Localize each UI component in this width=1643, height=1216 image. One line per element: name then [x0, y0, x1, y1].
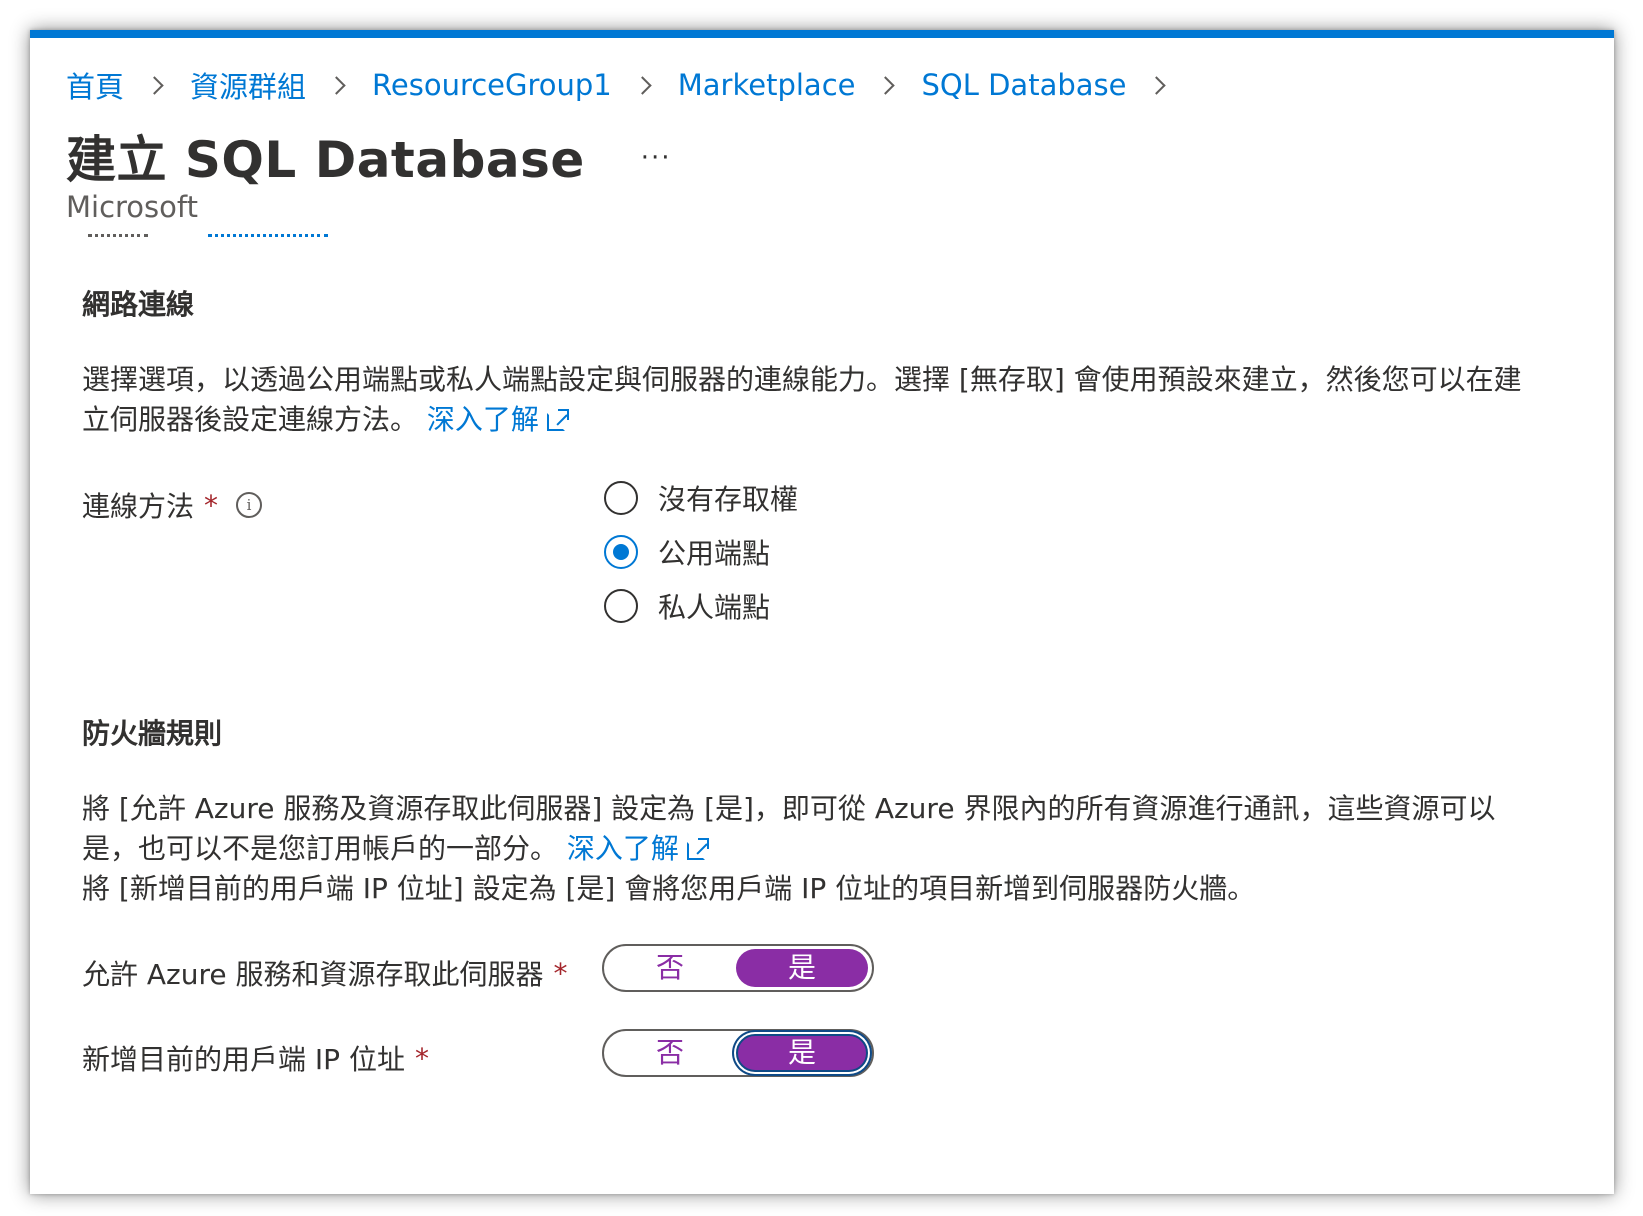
radio-label: 沒有存取權 — [658, 483, 799, 516]
connection-method-radio-group: 沒有存取權 公用端點 私人端點 — [604, 471, 798, 633]
network-section-title: 網路連線 — [82, 288, 195, 321]
firewall-description: 將 [允許 Azure 服務及資源存取此伺服器] 設定為 [是]，即可從 Azu… — [82, 789, 1542, 909]
breadcrumb-home[interactable]: 首頁 — [66, 64, 124, 106]
breadcrumb: 首頁 資源群組 ResourceGroup1 Marketplace SQL D… — [66, 64, 1192, 106]
allow-azure-label: 允許 Azure 服務和資源存取此伺服器 * — [82, 953, 568, 993]
network-description-text: 選擇選項，以透過公用端點或私人端點設定與伺服器的連線能力。選擇 [無存取] 會使… — [82, 363, 1522, 436]
radio-button-selected[interactable] — [604, 535, 638, 569]
add-client-ip-toggle[interactable]: 否 是 — [602, 1029, 874, 1077]
clipped-text — [88, 228, 148, 237]
add-client-ip-label-text: 新增目前的用戶端 IP 位址 — [82, 1043, 405, 1076]
allow-azure-label-text: 允許 Azure 服務和資源存取此伺服器 — [82, 958, 544, 991]
radio-button[interactable] — [604, 589, 638, 623]
radio-button[interactable] — [604, 481, 638, 515]
radio-private-endpoint[interactable]: 私人端點 — [604, 579, 798, 633]
breadcrumb-resourcegroup1[interactable]: ResourceGroup1 — [372, 68, 612, 102]
network-description: 選擇選項，以透過公用端點或私人端點設定與伺服器的連線能力。選擇 [無存取] 會使… — [82, 360, 1542, 440]
firewall-learn-more-label: 深入了解 — [566, 832, 679, 865]
external-link-icon — [546, 409, 569, 431]
radio-label: 私人端點 — [658, 591, 771, 624]
toggle-option-no[interactable]: 否 — [604, 1034, 736, 1072]
firewall-description-text-2: 將 [新增目前的用戶端 IP 位址] 設定為 [是] 會將您用戶端 IP 位址的… — [82, 872, 1256, 905]
required-asterisk: * — [553, 956, 568, 990]
network-learn-more-link[interactable]: 深入了解 — [426, 403, 569, 436]
firewall-learn-more-link[interactable]: 深入了解 — [566, 832, 709, 865]
network-learn-more-label: 深入了解 — [426, 403, 539, 436]
radio-no-access[interactable]: 沒有存取權 — [604, 471, 798, 525]
connection-method-label: 連線方法 * i — [82, 485, 263, 525]
add-client-ip-label: 新增目前的用戶端 IP 位址 * — [82, 1038, 429, 1078]
toggle-option-no[interactable]: 否 — [604, 949, 736, 987]
more-options-button[interactable]: ··· — [641, 143, 672, 173]
firewall-description-text-1: 將 [允許 Azure 服務及資源存取此伺服器] 設定為 [是]，即可從 Azu… — [82, 792, 1496, 865]
clipped-link — [208, 228, 328, 237]
toggle-option-yes[interactable]: 是 — [735, 1034, 868, 1072]
allow-azure-toggle[interactable]: 否 是 — [602, 944, 874, 992]
required-asterisk: * — [204, 488, 219, 522]
firewall-section-title: 防火牆規則 — [82, 717, 223, 750]
page: 首頁 資源群組 ResourceGroup1 Marketplace SQL D… — [0, 0, 1643, 1216]
required-asterisk: * — [414, 1041, 429, 1075]
breadcrumb-marketplace[interactable]: Marketplace — [678, 68, 856, 102]
chevron-right-icon — [877, 74, 899, 96]
chevron-right-icon — [634, 74, 656, 96]
breadcrumb-sql-database[interactable]: SQL Database — [921, 68, 1126, 102]
radio-public-endpoint[interactable]: 公用端點 — [604, 525, 798, 579]
page-subtitle: Microsoft — [66, 190, 198, 224]
chevron-right-icon — [146, 74, 168, 96]
chevron-right-icon — [1148, 74, 1170, 96]
external-link-icon — [686, 838, 709, 860]
page-title: 建立 SQL Database — [66, 131, 585, 189]
radio-label: 公用端點 — [658, 537, 771, 570]
info-icon[interactable]: i — [236, 492, 263, 518]
toggle-option-yes[interactable]: 是 — [736, 949, 868, 987]
chevron-right-icon — [328, 74, 350, 96]
clipped-tab-strip — [88, 228, 328, 240]
connection-method-label-text: 連線方法 — [82, 490, 195, 523]
title-row: 建立 SQL Database ··· — [66, 120, 672, 192]
azure-portal-blade: 首頁 資源群組 ResourceGroup1 Marketplace SQL D… — [30, 30, 1614, 1194]
breadcrumb-resource-groups[interactable]: 資源群組 — [190, 64, 306, 106]
